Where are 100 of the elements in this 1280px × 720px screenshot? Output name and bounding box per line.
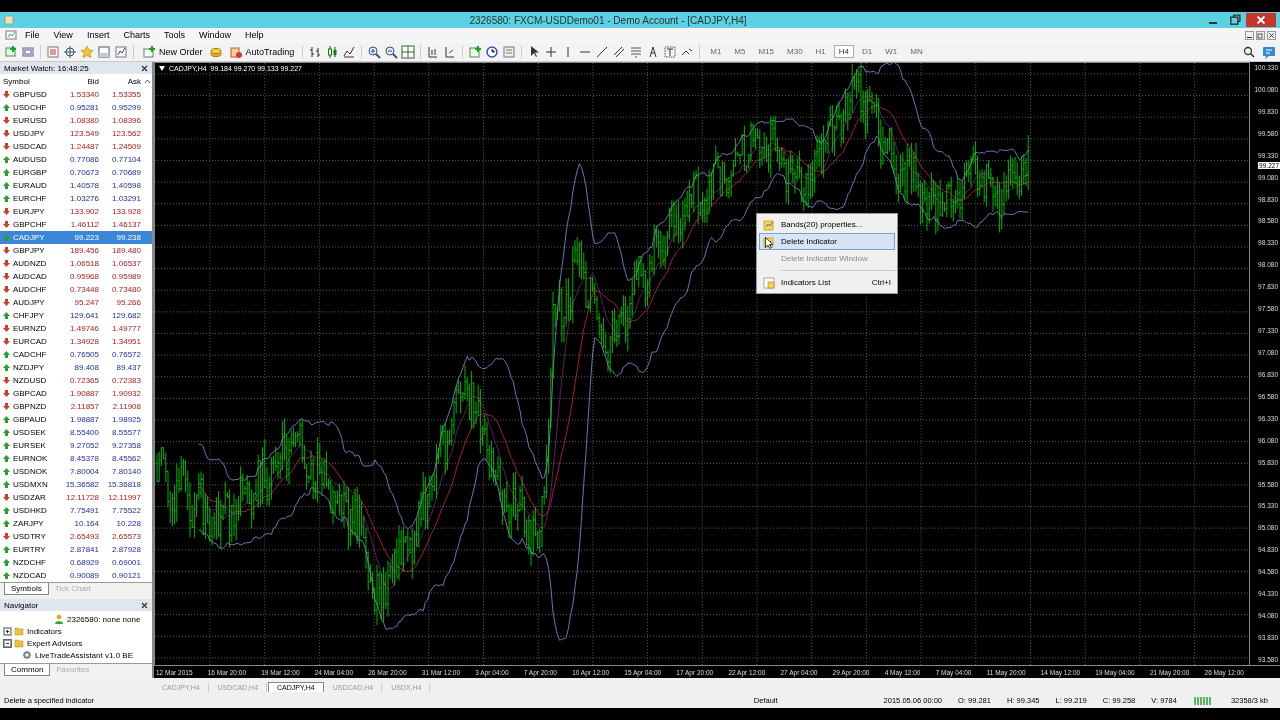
timeframe-button[interactable]: H4 <box>833 45 855 58</box>
symbol-row[interactable]: AUDUSD 0.77086 0.77104 <box>0 153 152 166</box>
new-order-button[interactable]: New Order <box>139 43 206 60</box>
timeframe-button[interactable]: M30 <box>782 45 808 58</box>
close-icon[interactable] <box>141 601 148 609</box>
zoom-out-icon[interactable] <box>384 44 399 59</box>
symbol-row[interactable]: USDJPY 123.549 123.562 <box>0 127 152 140</box>
symbol-row[interactable]: EURCHF 1.03276 1.03291 <box>0 192 152 205</box>
tree-item[interactable]: Indicators <box>27 626 62 636</box>
ask-price: 8.45562 <box>111 454 142 463</box>
tree-item[interactable]: 2326580: none none <box>67 614 141 624</box>
new-chart-icon[interactable] <box>4 44 18 59</box>
symbol-row[interactable]: USDMXN 15.36582 15.36818 <box>0 478 152 491</box>
candlestick-icon[interactable] <box>325 44 340 59</box>
tree-item[interactable]: Expert Advisors <box>27 638 83 648</box>
symbol-row[interactable]: CADCHF 0.76505 0.76572 <box>0 348 152 361</box>
scroll-up-icon[interactable] <box>144 77 151 85</box>
collapse-icon[interactable] <box>4 639 11 647</box>
line-chart-icon[interactable] <box>342 44 357 59</box>
close-icon[interactable] <box>141 64 148 72</box>
symbol-row[interactable]: USDSEK 8.55400 8.55577 <box>0 426 152 439</box>
minimize-icon[interactable] <box>1245 30 1254 40</box>
ask-price: 1.49777 <box>111 324 142 333</box>
symbol-row[interactable]: EURSEK 9.27052 9.27358 <box>0 439 152 452</box>
menu-item[interactable]: View <box>46 30 80 40</box>
menu-item[interactable]: Indicators List Ctrl+I <box>759 274 895 291</box>
panel-tab[interactable]: Common <box>4 664 51 676</box>
menu-item[interactable]: Help <box>237 30 271 40</box>
symbol-row[interactable]: USDHKD 7.75491 7.75522 <box>0 504 152 517</box>
channel-icon[interactable] <box>612 44 627 59</box>
bid-price: 0.70673 <box>69 168 100 177</box>
menu-item[interactable]: Charts <box>116 30 157 40</box>
symbol-row[interactable]: EURNZD 1.49746 1.49777 <box>0 322 152 335</box>
timeframe-button[interactable]: W1 <box>880 45 903 58</box>
symbol-row[interactable]: EURCAD 1.34928 1.34951 <box>0 335 152 348</box>
search-icon[interactable] <box>1242 44 1256 59</box>
symbol-row[interactable]: EURUSD 1.08380 1.08396 <box>0 114 152 127</box>
symbol-name: GBPCHF <box>13 220 47 229</box>
symbol-row[interactable]: GBPAUD 1.98887 1.98925 <box>0 413 152 426</box>
symbol-row[interactable]: GBPUSD 1.53340 1.53355 <box>0 88 152 101</box>
close-icon[interactable] <box>1267 30 1276 40</box>
symbol-row[interactable]: EURAUD 1.40578 1.40598 <box>0 179 152 192</box>
timeframe-button[interactable]: M15 <box>753 45 780 58</box>
timeframe-button[interactable]: D1 <box>857 45 878 58</box>
symbol-row[interactable]: EURTRY 2.87841 2.87928 <box>0 543 152 556</box>
symbol-row[interactable]: GBPCAD 1.90887 1.90932 <box>0 387 152 400</box>
column-header[interactable]: Symbol <box>0 76 60 86</box>
symbol-row[interactable]: AUDCAD 0.95968 0.95989 <box>0 270 152 283</box>
timeframe-button[interactable]: H1 <box>810 45 831 58</box>
symbol-row[interactable]: AUDCHF 0.73448 0.73480 <box>0 283 152 296</box>
symbol-row[interactable]: EURGBP 0.70673 0.70689 <box>0 166 152 179</box>
bar-chart-icon[interactable] <box>308 44 323 59</box>
symbol-row[interactable]: NZDJPY 89.408 89.437 <box>0 361 152 374</box>
panel-tab[interactable]: Symbols <box>4 583 49 595</box>
symbol-row[interactable]: USDNOK 7.80004 7.80140 <box>0 465 152 478</box>
symbol-row[interactable]: ZARJPY 10.164 10.228 <box>0 517 152 530</box>
ask-price: 99.238 <box>115 233 142 242</box>
tree-item[interactable]: LiveTradeAssistant v1.0 BE <box>35 650 133 660</box>
symbol-row[interactable]: USDCHF 0.95281 0.95299 <box>0 101 152 114</box>
symbol-row[interactable]: AUDJPY 95.247 95.266 <box>0 296 152 309</box>
menu-item[interactable]: Tools <box>156 30 192 40</box>
symbol-row[interactable]: CHFJPY 129.641 129.682 <box>0 309 152 322</box>
menu-item[interactable]: File <box>18 30 47 40</box>
column-header[interactable]: Bid <box>60 76 102 86</box>
menu-item[interactable]: Window <box>191 30 238 40</box>
timeframe-button[interactable]: MN <box>905 45 928 58</box>
bid-price: 10.164 <box>73 519 100 528</box>
bid-price: 0.90089 <box>69 571 100 580</box>
menu-item[interactable]: Bands(20) properties... <box>759 216 895 233</box>
trendline-icon[interactable] <box>595 44 610 59</box>
zoom-in-icon[interactable] <box>367 44 382 59</box>
symbol-row[interactable]: NZDCHF 0.68929 0.69001 <box>0 556 152 569</box>
symbol-row[interactable]: USDZAR 12.11728 12.11997 <box>0 491 152 504</box>
symbol-row[interactable]: NZDCAD 0.90089 0.90121 <box>0 569 152 582</box>
chart-window-icon[interactable] <box>4 28 18 42</box>
restore-icon[interactable] <box>1256 30 1265 40</box>
symbol-row[interactable]: GBPCHF 1.46112 1.46137 <box>0 218 152 231</box>
symbol-row[interactable]: GBPJPY 189.456 189.480 <box>0 244 152 257</box>
symbol-row[interactable]: EURNOK 8.45378 8.45562 <box>0 452 152 465</box>
ask-price: 0.72383 <box>111 376 142 385</box>
column-header[interactable]: Ask <box>102 76 144 86</box>
menu-item[interactable]: Delete Indicator <box>759 233 895 250</box>
symbol-row[interactable]: AUDNZD 1.06518 1.06537 <box>0 257 152 270</box>
symbol-row[interactable]: EURJPY 133.902 133.928 <box>0 205 152 218</box>
symbol-row[interactable]: USDCAD 1.24487 1.24509 <box>0 140 152 153</box>
symbol-row[interactable]: GBPNZD 2.11857 2.11908 <box>0 400 152 413</box>
crosshair-icon[interactable] <box>63 44 77 59</box>
menu-item[interactable]: Insert <box>79 30 117 40</box>
symbol-name: USDZAR <box>13 493 46 502</box>
autotrading-button[interactable]: AutoTrading <box>225 43 298 60</box>
timeframe-button[interactable]: M5 <box>729 45 751 58</box>
symbol-row[interactable]: NZDUSD 0.72365 0.72383 <box>0 374 152 387</box>
expand-icon[interactable] <box>4 627 11 635</box>
tile-windows-icon[interactable] <box>401 44 416 59</box>
dropdown-icon[interactable] <box>159 66 165 71</box>
bid-price: 133.902 <box>69 207 100 216</box>
symbol-row[interactable]: USDTRY 2.65493 2.65573 <box>0 530 152 543</box>
symbol-row[interactable]: CADJPY 99.223 99.238 <box>0 231 152 244</box>
close-button[interactable] <box>1246 13 1276 27</box>
timeframe-button[interactable]: M1 <box>705 45 727 58</box>
